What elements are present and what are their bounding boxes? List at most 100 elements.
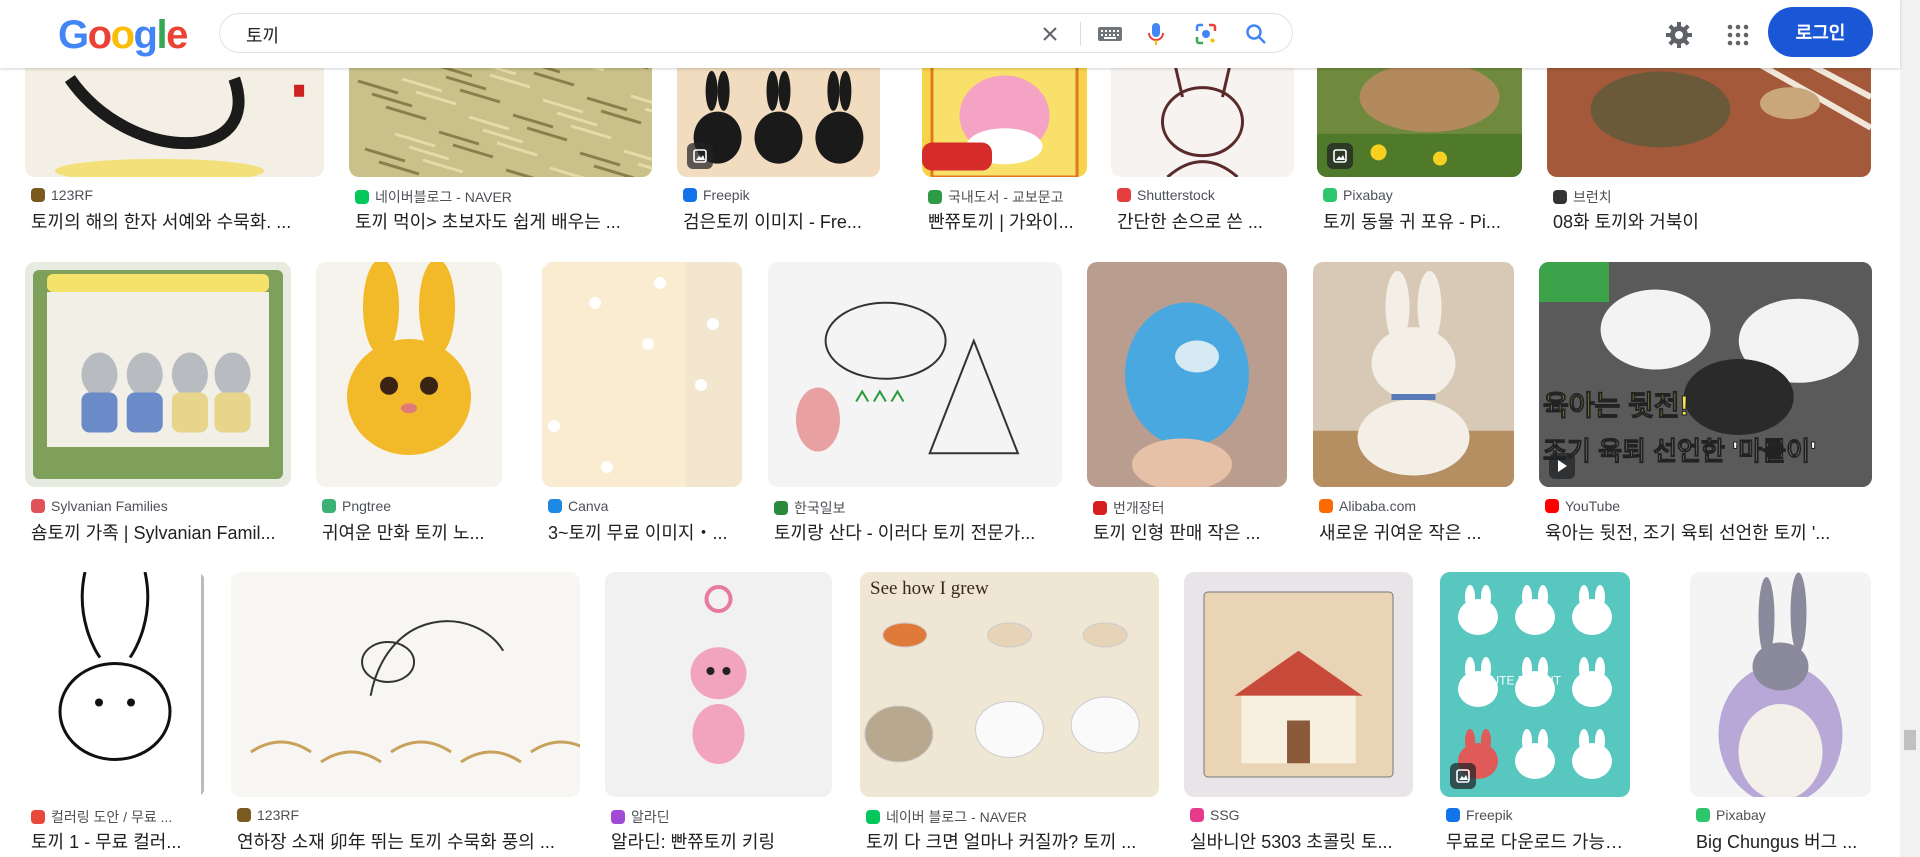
result-source[interactable]: Shutterstock <box>1117 187 1292 203</box>
result-source-label: Freepik <box>1466 807 1513 823</box>
result-source[interactable]: Pixabay <box>1323 187 1520 203</box>
result-source[interactable]: 123RF <box>31 187 322 203</box>
result-thumbnail[interactable] <box>768 262 1062 487</box>
google-logo[interactable]: Google <box>58 13 188 58</box>
result-thumbnail[interactable] <box>1184 572 1413 797</box>
result-thumbnail[interactable] <box>542 262 742 487</box>
site-favicon-icon <box>548 499 562 513</box>
thumbnail-image <box>1087 262 1287 487</box>
thumbnail-image <box>349 54 652 177</box>
result-source[interactable]: SSG <box>1190 807 1411 823</box>
result-source[interactable]: 국내도서 - 교보문고 <box>928 187 1085 207</box>
result-thumbnail[interactable] <box>25 262 291 487</box>
result-title[interactable]: 검은토끼 이미지 - Fre... <box>683 208 876 234</box>
result-thumbnail[interactable] <box>922 54 1087 177</box>
result-source[interactable]: 알라딘 <box>611 807 830 827</box>
thumbnail-image <box>25 572 205 797</box>
result-title[interactable]: 토끼 먹이> 초보자도 쉽게 배우는 ... <box>355 208 648 234</box>
result-title[interactable]: 3~토끼 무료 이미지・... <box>548 519 738 545</box>
result-title[interactable]: 육아는 뒷전, 조기 육퇴 선언한 토끼 '... <box>1545 519 1868 545</box>
result-source[interactable]: Canva <box>548 498 740 514</box>
image-badge-icon <box>1450 763 1476 789</box>
result-source[interactable]: 네이버 블로그 - NAVER <box>866 807 1157 827</box>
result-title[interactable]: 빤쮸토끼 | 가와이... <box>928 208 1083 234</box>
result-source[interactable]: Sylvanian Families <box>31 498 289 514</box>
result-thumbnail[interactable]: See how I grew <box>860 572 1159 797</box>
keyboard-icon[interactable] <box>1096 22 1124 46</box>
result-source[interactable]: Alibaba.com <box>1319 498 1512 514</box>
result-title[interactable]: 08화 토끼와 거북이 <box>1553 208 1867 234</box>
site-favicon-icon <box>866 810 880 824</box>
site-favicon-icon <box>1446 808 1460 822</box>
result-thumbnail[interactable] <box>231 572 580 797</box>
result-source[interactable]: Freepik <box>683 187 878 203</box>
result-thumbnail[interactable]: 육아는 뒷전! 조기 육퇴 선언한 '마를이' <box>1539 262 1872 487</box>
microphone-icon[interactable] <box>1144 22 1168 46</box>
result-title[interactable]: 귀여운 만화 토끼 노... <box>322 519 498 545</box>
result-source-label: 네이버 블로그 - NAVER <box>886 809 1027 825</box>
result-source[interactable]: Pngtree <box>322 498 500 514</box>
result-title[interactable]: 새로운 귀여운 작은 ... <box>1319 519 1510 545</box>
result-source[interactable]: 컬러링 도안 / 무료 ... <box>31 807 203 827</box>
result-source[interactable]: Freepik <box>1446 807 1628 823</box>
result-source-label: 네이버블로그 - NAVER <box>375 189 512 205</box>
scrollbar[interactable] <box>1900 0 1920 857</box>
scrollbar-thumb[interactable] <box>1904 730 1916 750</box>
svg-text:조기 육퇴 선언한 '마를이': 조기 육퇴 선언한 '마를이' <box>1543 436 1816 466</box>
result-thumbnail[interactable] <box>1111 54 1294 177</box>
search-input[interactable]: 토끼 <box>246 22 279 48</box>
result-source-label: Pixabay <box>1716 807 1766 823</box>
result-source-label: 컬러링 도안 / 무료 ... <box>51 809 173 825</box>
result-title[interactable]: 실바니안 5303 초콜릿 토... <box>1190 828 1409 854</box>
result-source-label: Freepik <box>703 187 750 203</box>
result-source[interactable]: 한국일보 <box>774 498 1060 518</box>
result-thumbnail[interactable] <box>1087 262 1287 487</box>
result-thumbnail[interactable] <box>349 54 652 177</box>
thumbnail-image <box>1313 262 1514 487</box>
result-thumbnail[interactable] <box>1547 54 1871 177</box>
result-title[interactable]: 간단한 손으로 쓴 ... <box>1117 208 1290 234</box>
site-favicon-icon <box>683 188 697 202</box>
result-title[interactable]: 토끼 다 크면 얼마나 커질까? 토끼 ... <box>866 828 1155 854</box>
site-favicon-icon <box>1117 188 1131 202</box>
result-title[interactable]: 토끼 인형 판매 작은 ... <box>1093 519 1283 545</box>
result-title[interactable]: 숌토끼 가족 | Sylvanian Famil... <box>31 519 287 545</box>
result-source[interactable]: Pixabay <box>1696 807 1869 823</box>
result-source[interactable]: 123RF <box>237 807 578 823</box>
result-thumbnail[interactable] <box>25 54 324 177</box>
result-title[interactable]: 알라딘: 빤쮸토끼 키링 <box>611 828 828 854</box>
logo-letter: o <box>110 13 135 57</box>
search-icon[interactable] <box>1244 22 1268 46</box>
result-thumbnail[interactable] <box>316 262 502 487</box>
result-source-label: 123RF <box>51 187 94 203</box>
result-title[interactable]: 토끼 1 - 무료 컬러... <box>31 828 201 854</box>
result-source[interactable]: 네이버블로그 - NAVER <box>355 187 650 207</box>
result-title[interactable]: 토끼의 해의 한자 서예와 수묵화. ... <box>31 208 320 234</box>
result-title[interactable]: 무료로 다운로드 가능한 ... <box>1446 828 1626 854</box>
result-thumbnail[interactable] <box>1690 572 1871 797</box>
result-source[interactable]: 번개장터 <box>1093 498 1285 518</box>
image-badge-icon <box>687 143 713 169</box>
login-button[interactable]: 로그인 <box>1768 7 1873 57</box>
apps-icon[interactable] <box>1723 20 1753 50</box>
gear-icon[interactable] <box>1664 20 1694 50</box>
result-source[interactable]: YouTube <box>1545 498 1870 514</box>
result-thumbnail[interactable] <box>1313 262 1514 487</box>
thumbnail-image <box>1690 572 1871 797</box>
result-thumbnail[interactable] <box>25 572 205 797</box>
site-favicon-icon <box>1696 808 1710 822</box>
thumbnail-image <box>25 54 324 177</box>
result-title[interactable]: Big Chungus 버그 ... <box>1696 828 1867 854</box>
close-icon[interactable] <box>1038 22 1062 46</box>
search-box[interactable]: 토끼 <box>219 13 1293 53</box>
thumbnail-image <box>1111 54 1294 177</box>
site-favicon-icon <box>1553 190 1567 204</box>
result-title[interactable]: 토끼랑 산다 - 이러다 토끼 전문가... <box>774 519 1058 545</box>
result-thumbnail[interactable] <box>605 572 832 797</box>
result-title[interactable]: 연하장 소재 卯年 뛰는 토끼 수묵화 풍의 ... <box>237 828 576 854</box>
result-source-label: YouTube <box>1565 498 1621 514</box>
result-title[interactable]: 토끼 동물 귀 포유 - Pi... <box>1323 208 1518 234</box>
logo-letter: l <box>156 13 167 57</box>
lens-icon[interactable] <box>1194 22 1218 46</box>
result-source[interactable]: 브런치 <box>1553 187 1869 207</box>
